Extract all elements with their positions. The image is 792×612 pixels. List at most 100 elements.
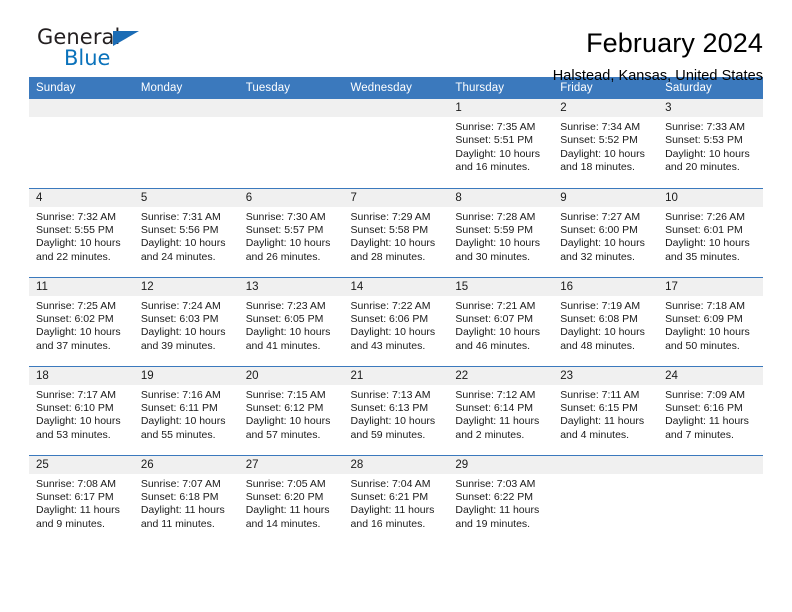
day-details: Sunrise: 7:11 AM Sunset: 6:15 PM Daylight:… xyxy=(553,385,658,443)
day-cell-inner: 27 Sunrise: 7:05 AM Sunset: 6:20 PM Dayligh… xyxy=(238,455,344,543)
day-number: 11 xyxy=(29,277,134,296)
daylight-duration-line1: Daylight: 11 hours xyxy=(665,415,749,428)
sunrise-time: Sunrise: 7:19 AM xyxy=(560,299,641,312)
daylight-duration-line2: and 19 minutes. xyxy=(455,517,531,530)
calendar-day-cell[interactable]: 26 Sunrise: 7:07 AM Sunset: 6:18 PM Dayligh… xyxy=(133,454,239,544)
day-cell-inner: 14 Sunrise: 7:22 AM Sunset: 6:06 PM Dayligh… xyxy=(343,277,449,365)
brand-name-general: General xyxy=(37,25,121,49)
sunrise-time: Sunrise: 7:15 AM xyxy=(245,388,326,401)
calendar-day-cell[interactable]: 4 Sunrise: 7:32 AM Sunset: 5:55 PM Daylight… xyxy=(29,187,134,277)
day-number: 5 xyxy=(133,188,239,207)
calendar-day-cell[interactable]: 16 Sunrise: 7:19 AM Sunset: 6:08 PM Dayligh… xyxy=(553,276,659,366)
sunset-time: Sunset: 6:12 PM xyxy=(245,401,324,414)
daylight-duration-line1: Daylight: 10 hours xyxy=(245,415,331,428)
daylight-duration-line1: Daylight: 10 hours xyxy=(455,237,541,250)
calendar-day-cell[interactable]: 12 Sunrise: 7:24 AM Sunset: 6:03 PM Dayligh… xyxy=(133,276,239,366)
sunrise-time: Sunrise: 7:03 AM xyxy=(455,477,536,490)
day-details: Sunrise: 7:33 AM Sunset: 5:53 PM Daylight:… xyxy=(658,117,763,175)
sunset-time: Sunset: 6:21 PM xyxy=(350,490,429,503)
sunrise-time: Sunrise: 7:05 AM xyxy=(245,477,326,490)
calendar-day-cell[interactable]: 10 Sunrise: 7:26 AM Sunset: 6:01 PM Dayligh… xyxy=(658,187,763,277)
daylight-duration-line1: Daylight: 10 hours xyxy=(36,326,121,339)
calendar-day-cell[interactable]: 18 Sunrise: 7:17 AM Sunset: 6:10 PM Dayligh… xyxy=(29,365,134,455)
calendar-day-cell[interactable]: 9 Sunrise: 7:27 AM Sunset: 6:00 PM Daylight… xyxy=(553,187,659,277)
calendar-day-cell[interactable]: 28 Sunrise: 7:04 AM Sunset: 6:21 PM Dayligh… xyxy=(343,454,449,544)
calendar-day-cell[interactable]: 21 Sunrise: 7:13 AM Sunset: 6:13 PM Dayligh… xyxy=(343,365,449,455)
day-number xyxy=(658,455,763,474)
calendar-day-cell[interactable]: 2 Sunrise: 7:34 AM Sunset: 5:52 PM Daylight… xyxy=(553,99,659,188)
calendar-day-cell[interactable]: 22 Sunrise: 7:12 AM Sunset: 6:14 PM Dayligh… xyxy=(448,365,554,455)
calendar-day-cell[interactable]: 23 Sunrise: 7:11 AM Sunset: 6:15 PM Dayligh… xyxy=(553,365,659,455)
daylight-duration-line1: Daylight: 10 hours xyxy=(140,237,226,250)
day-details: Sunrise: 7:23 AM Sunset: 6:05 PM Daylight:… xyxy=(239,296,344,354)
calendar-day-cell[interactable]: 24 Sunrise: 7:09 AM Sunset: 6:16 PM Dayligh… xyxy=(658,365,763,455)
sunrise-time: Sunrise: 7:12 AM xyxy=(455,388,536,401)
calendar-day-cell[interactable]: 14 Sunrise: 7:22 AM Sunset: 6:06 PM Dayligh… xyxy=(343,276,449,366)
daylight-duration-line1: Daylight: 10 hours xyxy=(36,237,121,250)
sunrise-time: Sunrise: 7:32 AM xyxy=(36,210,116,223)
day-cell-inner: 20 Sunrise: 7:15 AM Sunset: 6:12 PM Dayligh… xyxy=(238,366,344,454)
page-header: General Blue February 2024 Halstead, Kan… xyxy=(29,0,763,84)
sunset-time: Sunset: 6:13 PM xyxy=(350,401,429,414)
calendar-day-cell[interactable]: 19 Sunrise: 7:16 AM Sunset: 6:11 PM Dayligh… xyxy=(133,365,239,455)
weekday-header-wednesday: Wednesday xyxy=(343,77,449,99)
day-number xyxy=(343,99,449,117)
blue-flag-icon xyxy=(113,31,139,46)
day-cell-inner: 18 Sunrise: 7:17 AM Sunset: 6:10 PM Dayligh… xyxy=(29,366,134,454)
day-cell-inner: 16 Sunrise: 7:19 AM Sunset: 6:08 PM Dayligh… xyxy=(553,277,659,365)
day-cell-inner xyxy=(133,99,239,186)
calendar-day-cell[interactable]: 17 Sunrise: 7:18 AM Sunset: 6:09 PM Dayligh… xyxy=(658,276,763,366)
day-cell-inner: 9 Sunrise: 7:27 AM Sunset: 6:00 PM Daylight… xyxy=(553,188,659,276)
sunrise-time: Sunrise: 7:33 AM xyxy=(665,121,746,133)
calendar-day-cell[interactable]: 1 Sunrise: 7:35 AM Sunset: 5:51 PM Daylight… xyxy=(448,99,554,188)
sunset-time: Sunset: 6:00 PM xyxy=(560,223,638,236)
brand-logo[interactable]: General Blue xyxy=(29,25,159,69)
day-number: 26 xyxy=(133,455,239,474)
day-cell-inner: 28 Sunrise: 7:04 AM Sunset: 6:21 PM Dayligh… xyxy=(343,455,449,543)
day-number: 10 xyxy=(658,188,763,207)
day-number xyxy=(133,99,239,117)
calendar-day-cell[interactable]: 20 Sunrise: 7:15 AM Sunset: 6:12 PM Dayligh… xyxy=(238,365,344,455)
calendar-day-cell[interactable]: 5 Sunrise: 7:31 AM Sunset: 5:56 PM Daylight… xyxy=(133,187,239,277)
daylight-duration-line2: and 35 minutes. xyxy=(665,250,740,263)
calendar-day-cell[interactable]: 25 Sunrise: 7:08 AM Sunset: 6:17 PM Dayligh… xyxy=(29,454,134,544)
sunset-time: Sunset: 6:05 PM xyxy=(245,312,324,325)
sunset-time: Sunset: 5:56 PM xyxy=(140,223,219,236)
day-details: Sunrise: 7:22 AM Sunset: 6:06 PM Daylight:… xyxy=(344,296,449,354)
daylight-duration-line1: Daylight: 11 hours xyxy=(36,504,120,517)
daylight-duration-line1: Daylight: 10 hours xyxy=(665,147,750,160)
sunrise-time: Sunrise: 7:26 AM xyxy=(665,210,746,223)
calendar-cell-empty xyxy=(29,99,134,188)
day-number: 13 xyxy=(238,277,344,296)
calendar-body: 1 Sunrise: 7:35 AM Sunset: 5:51 PM Daylight… xyxy=(29,99,763,544)
calendar-day-cell[interactable]: 6 Sunrise: 7:30 AM Sunset: 5:57 PM Daylight… xyxy=(238,187,344,277)
daylight-duration-line1: Daylight: 10 hours xyxy=(245,237,331,250)
calendar-day-cell[interactable]: 13 Sunrise: 7:23 AM Sunset: 6:05 PM Dayligh… xyxy=(238,276,344,366)
sunrise-time: Sunrise: 7:17 AM xyxy=(36,388,116,401)
daylight-duration-line2: and 59 minutes. xyxy=(350,428,426,441)
calendar-day-cell[interactable]: 7 Sunrise: 7:29 AM Sunset: 5:58 PM Daylight… xyxy=(343,187,449,277)
day-number: 15 xyxy=(448,277,554,296)
sunrise-time: Sunrise: 7:13 AM xyxy=(350,388,431,401)
day-cell-inner: 12 Sunrise: 7:24 AM Sunset: 6:03 PM Dayligh… xyxy=(133,277,239,365)
sunset-time: Sunset: 6:14 PM xyxy=(455,401,534,414)
calendar-day-cell[interactable]: 29 Sunrise: 7:03 AM Sunset: 6:22 PM Dayligh… xyxy=(448,454,554,544)
day-cell-inner: 29 Sunrise: 7:03 AM Sunset: 6:22 PM Dayligh… xyxy=(448,455,554,543)
day-cell-inner: 3 Sunrise: 7:33 AM Sunset: 5:53 PM Daylight… xyxy=(658,99,763,186)
day-number: 20 xyxy=(238,366,344,385)
calendar-day-cell[interactable]: 27 Sunrise: 7:05 AM Sunset: 6:20 PM Dayligh… xyxy=(238,454,344,544)
sunset-time: Sunset: 5:51 PM xyxy=(455,134,534,147)
day-cell-inner xyxy=(343,99,449,186)
day-cell-inner: 22 Sunrise: 7:12 AM Sunset: 6:14 PM Dayligh… xyxy=(448,366,554,454)
daylight-duration-line1: Daylight: 11 hours xyxy=(245,504,330,517)
calendar-day-cell[interactable]: 3 Sunrise: 7:33 AM Sunset: 5:53 PM Daylight… xyxy=(658,99,763,188)
calendar-day-cell[interactable]: 11 Sunrise: 7:25 AM Sunset: 6:02 PM Dayligh… xyxy=(29,276,134,366)
calendar-day-cell[interactable]: 15 Sunrise: 7:21 AM Sunset: 6:07 PM Dayligh… xyxy=(448,276,554,366)
daylight-duration-line2: and 48 minutes. xyxy=(560,339,635,352)
daylight-duration-line2: and 16 minutes. xyxy=(455,161,531,174)
day-details: Sunrise: 7:16 AM Sunset: 6:11 PM Daylight:… xyxy=(134,385,239,443)
day-cell-inner: 4 Sunrise: 7:32 AM Sunset: 5:55 PM Daylight… xyxy=(29,188,134,276)
day-details: Sunrise: 7:05 AM Sunset: 6:20 PM Daylight:… xyxy=(239,474,344,532)
day-number: 6 xyxy=(238,188,344,207)
calendar-day-cell[interactable]: 8 Sunrise: 7:28 AM Sunset: 5:59 PM Daylight… xyxy=(448,187,554,277)
